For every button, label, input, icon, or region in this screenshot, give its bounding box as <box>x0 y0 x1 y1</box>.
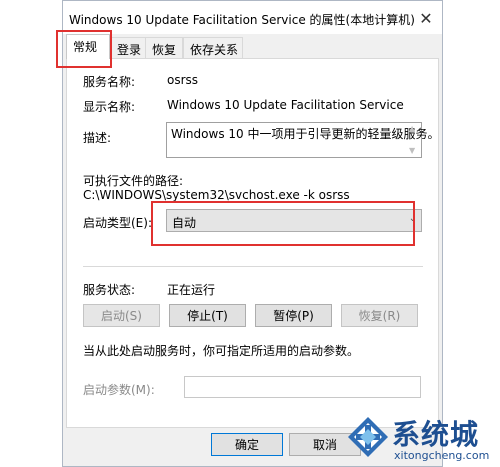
pause-button[interactable]: 暂停(P) <box>255 304 332 327</box>
start-params-input[interactable] <box>184 376 421 398</box>
window-title: Windows 10 Update Facilitation Service 的… <box>69 13 415 27</box>
resume-button[interactable]: 恢复(R) <box>341 304 418 327</box>
general-panel: 服务名称: osrss 显示名称: Windows 10 Update Faci… <box>66 58 439 428</box>
exe-path-value[interactable]: C:\WINDOWS\system32\svchost.exe -k osrss <box>83 188 350 202</box>
service-status-label: 服务状态: <box>83 283 136 297</box>
start-button[interactable]: 启动(S) <box>83 304 160 327</box>
tab-general[interactable]: 常规 <box>66 34 110 59</box>
close-icon[interactable]: ✕ <box>414 6 438 30</box>
display-name-value[interactable]: Windows 10 Update Facilitation Service <box>167 98 404 112</box>
brand-url: xitongcheng.com <box>394 449 490 462</box>
brand-logo-icon <box>348 417 388 457</box>
description-box[interactable]: Windows 10 中一项用于引导更新的轻量级服务。 ▲ ▼ <box>166 122 439 158</box>
title-bar: Windows 10 Update Facilitation Service 的… <box>63 1 442 34</box>
stop-button[interactable]: 停止(T) <box>169 304 246 327</box>
startup-type-select[interactable]: 自动 ⌄ <box>166 209 422 232</box>
tab-dependencies[interactable]: 依存关系 <box>183 37 243 58</box>
brand-name: 系统城 <box>392 418 480 451</box>
description-label: 描述: <box>83 131 112 145</box>
start-params-hint: 当从此处启动服务时，你可指定所适用的启动参数。 <box>83 344 360 358</box>
chevron-down-icon: ⌄ <box>408 213 417 224</box>
scroll-down-icon[interactable]: ▼ <box>409 146 415 155</box>
tab-logon[interactable]: 登录 <box>110 37 150 58</box>
start-params-label: 启动参数(M): <box>83 383 155 397</box>
watermark: 系统城 xitongcheng.com <box>346 407 500 467</box>
tab-recovery[interactable]: 恢复 <box>145 37 183 58</box>
scroll-up-icon[interactable]: ▲ <box>409 124 415 133</box>
section-divider <box>83 266 423 267</box>
exe-path-label: 可执行文件的路径: <box>83 174 184 188</box>
startup-type-value: 自动 <box>172 216 197 230</box>
service-properties-dialog: Windows 10 Update Facilitation Service 的… <box>62 0 443 467</box>
ok-button[interactable]: 确定 <box>211 433 283 456</box>
service-name-value[interactable]: osrss <box>167 73 198 87</box>
service-name-label: 服务名称: <box>83 75 136 89</box>
display-name-label: 显示名称: <box>83 100 136 114</box>
service-status-value: 正在运行 <box>167 283 216 297</box>
description-scrollbar[interactable]: ▲ ▼ <box>407 123 421 157</box>
description-text: Windows 10 中一项用于引导更新的轻量级服务。 <box>171 127 440 141</box>
startup-type-label: 启动类型(E): <box>83 216 152 230</box>
